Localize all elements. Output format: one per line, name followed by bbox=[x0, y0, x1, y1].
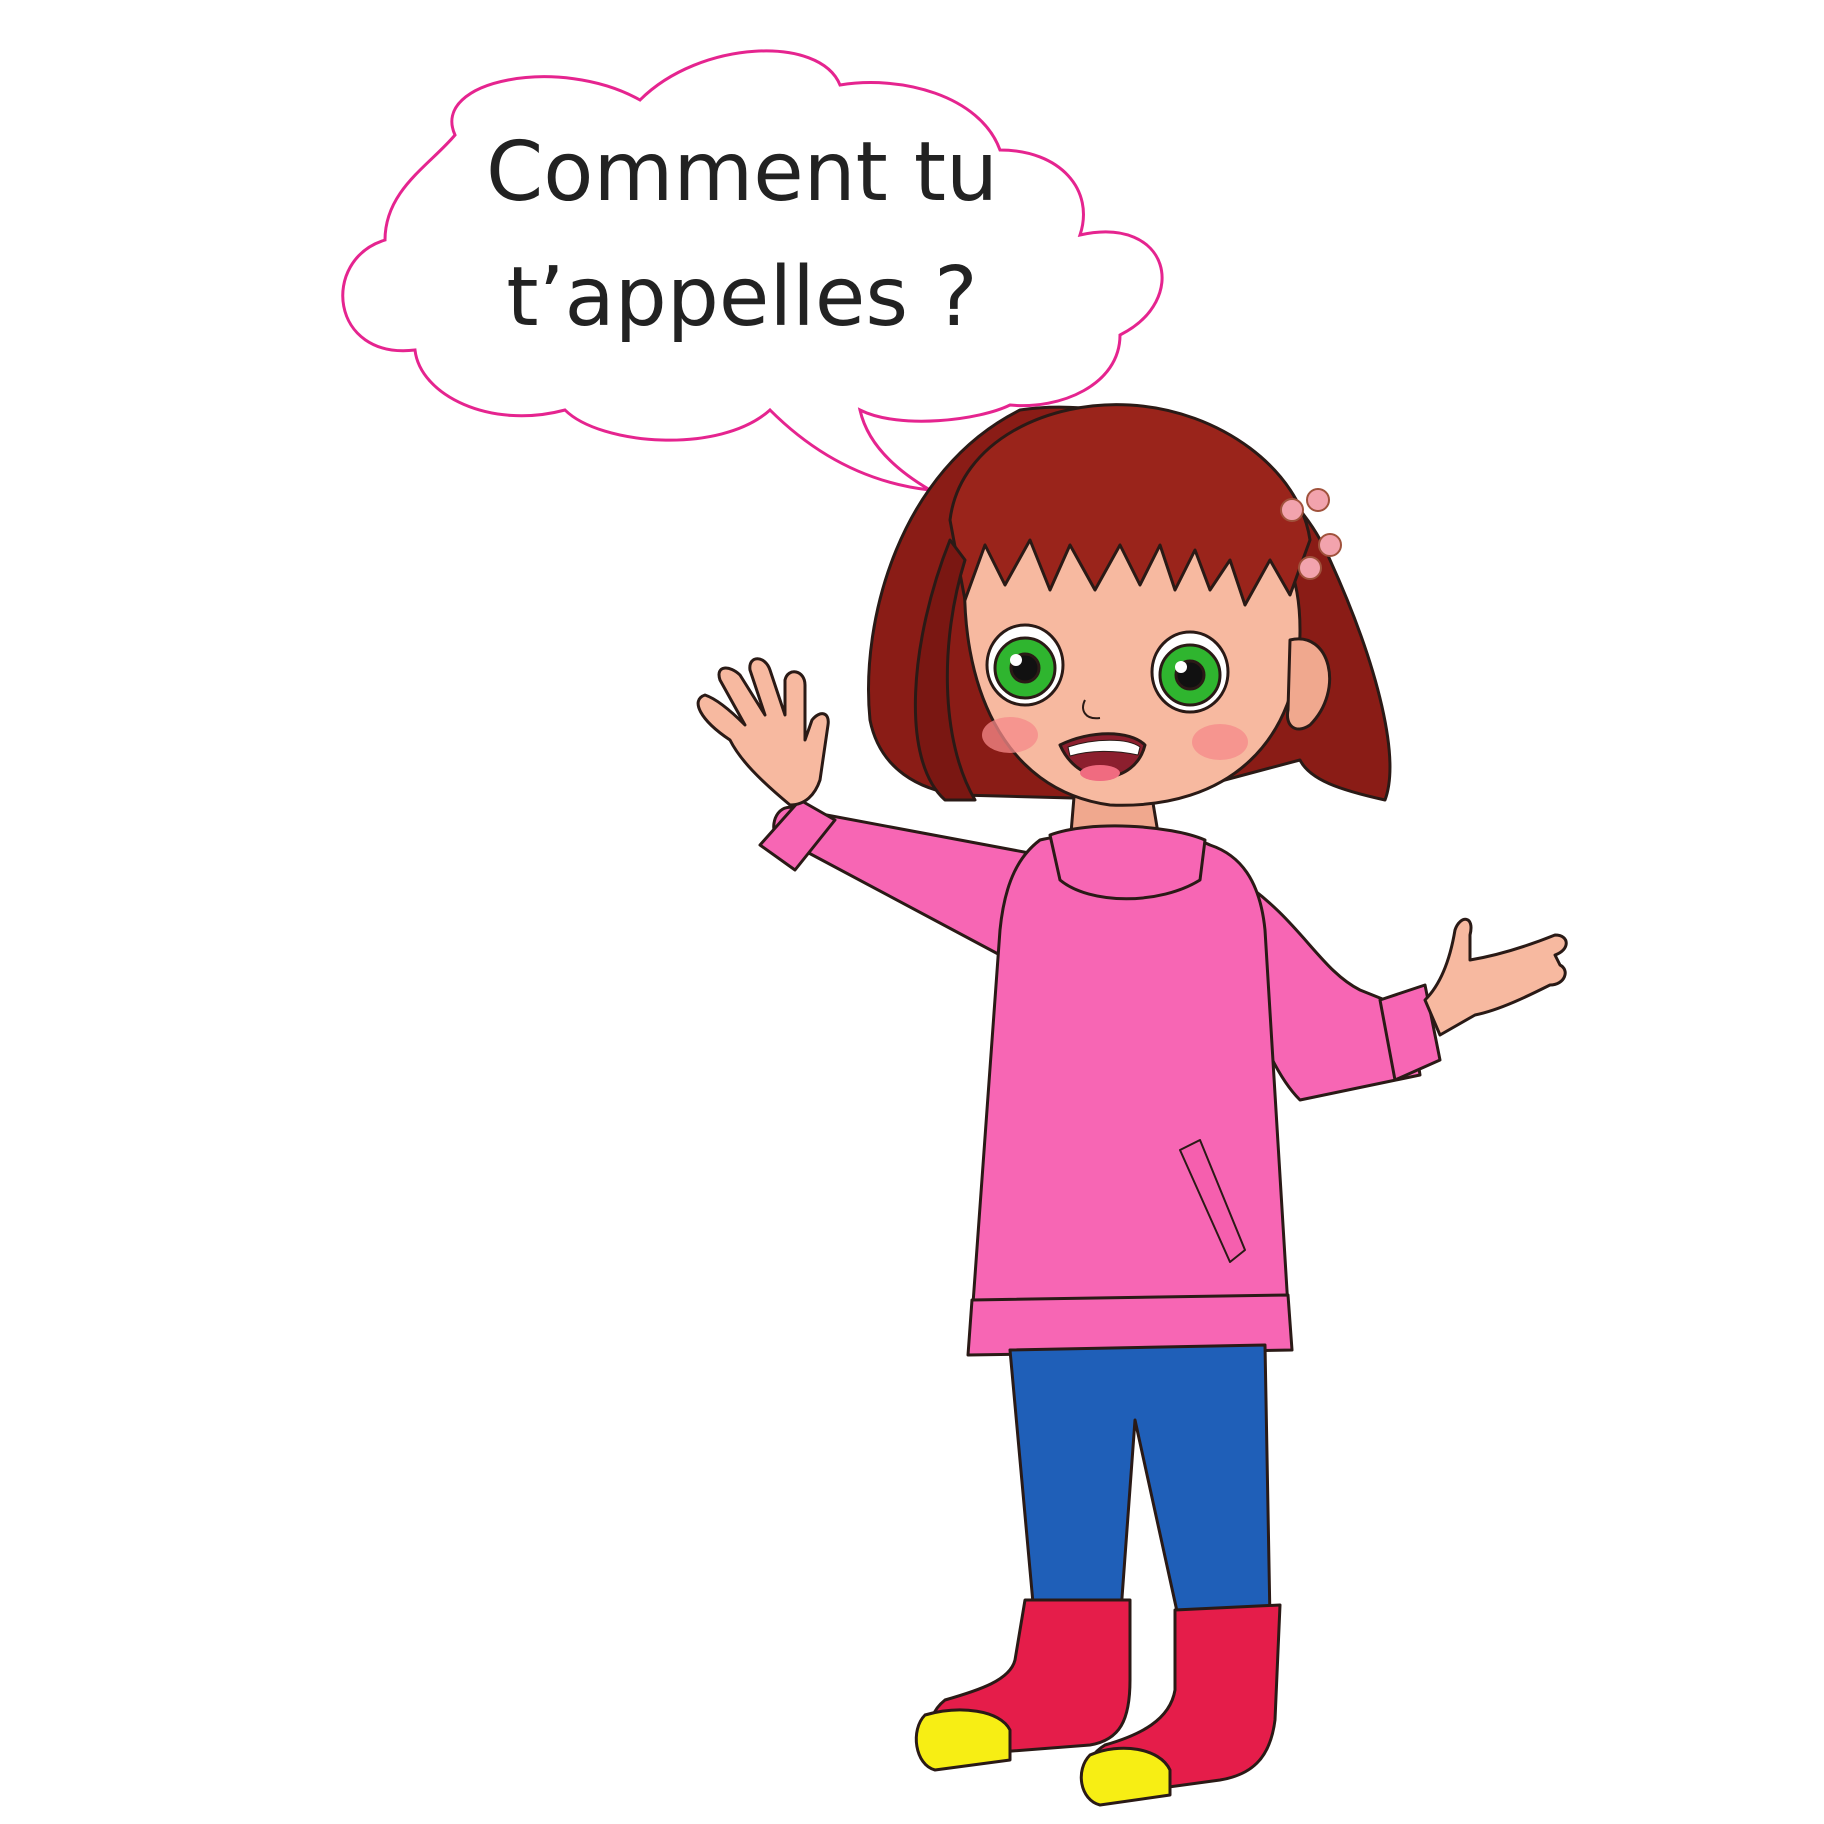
flower-clip-1 bbox=[1280, 498, 1304, 522]
sweater-collar bbox=[1048, 824, 1207, 901]
right-cheek bbox=[1192, 724, 1248, 760]
girl-character bbox=[696, 403, 1568, 1807]
sweater bbox=[968, 831, 1292, 1347]
flower-clip-3 bbox=[1318, 533, 1342, 557]
right-boot-sole bbox=[1079, 1746, 1172, 1807]
left-cheek bbox=[982, 717, 1038, 753]
right-hand bbox=[1423, 917, 1568, 1037]
speech-text-line1: Comment tu bbox=[486, 125, 998, 220]
right-eye bbox=[1150, 630, 1230, 714]
flower-clip-4 bbox=[1298, 556, 1322, 580]
flower-clip-2 bbox=[1306, 488, 1330, 512]
speech-text-line2: t’appelles ? bbox=[506, 250, 977, 345]
left-eye bbox=[985, 623, 1065, 707]
illustration: Comment tu t’appelles ? bbox=[341, 49, 1568, 1807]
leggings bbox=[1008, 1343, 1272, 1627]
tongue bbox=[1080, 765, 1120, 781]
left-boot-sole bbox=[914, 1708, 1012, 1772]
left-hand bbox=[696, 657, 830, 807]
